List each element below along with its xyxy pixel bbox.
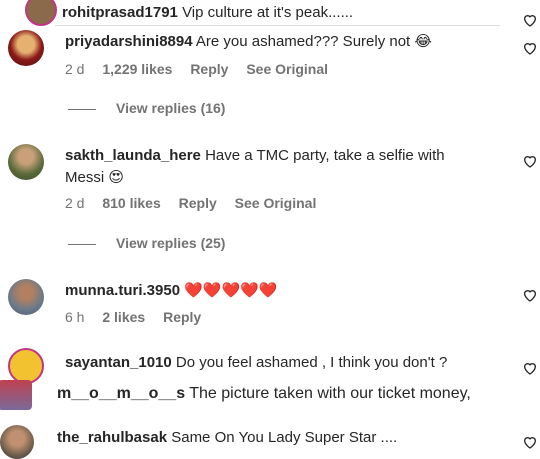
comment-text: The picture taken with our ticket money,: [189, 385, 471, 402]
replies-line: [68, 243, 96, 245]
comment-6: m__o__m__o__s The picture taken with our…: [57, 383, 471, 405]
avatar[interactable]: [0, 380, 32, 410]
avatar[interactable]: [8, 30, 44, 66]
comment-text: Same On You Lady Super Star ....: [171, 429, 398, 446]
view-replies-label: View replies (25): [116, 235, 226, 251]
like-heart-icon[interactable]: [522, 40, 538, 56]
comment-time: 6 h: [65, 309, 85, 325]
comment-meta: 2 d 810 likes Reply See Original: [65, 195, 330, 211]
avatar[interactable]: [8, 279, 44, 315]
like-heart-icon[interactable]: [522, 12, 538, 28]
reply-button[interactable]: Reply: [163, 309, 201, 325]
reply-button[interactable]: Reply: [179, 195, 217, 211]
comment-username[interactable]: sayantan_1010: [65, 354, 172, 371]
comment-text: Vip culture at it's peak......: [182, 4, 354, 21]
comment-username[interactable]: m__o__m__o__s: [57, 385, 185, 402]
avatar[interactable]: [0, 425, 34, 459]
likes-count[interactable]: 1,229 likes: [102, 61, 172, 77]
like-heart-icon[interactable]: [522, 287, 538, 303]
comment-meta: 2 d 1,229 likes Reply See Original: [65, 61, 342, 77]
comment-text: Messi 😍: [65, 169, 124, 186]
reply-button[interactable]: Reply: [190, 61, 228, 77]
like-heart-icon[interactable]: [522, 153, 538, 169]
comment-time: 2 d: [65, 61, 85, 77]
comment-2: priyadarshini8894 Are you ashamed??? Sur…: [65, 31, 432, 53]
view-replies-button[interactable]: View replies (16): [68, 100, 225, 116]
comment-username[interactable]: the_rahulbasak: [57, 429, 167, 446]
see-original-button[interactable]: See Original: [246, 61, 328, 77]
view-replies-button[interactable]: View replies (25): [68, 235, 225, 251]
comment-text: Are you ashamed??? Surely not 😂: [195, 33, 432, 50]
comment-1: rohitprasad1791 Vip culture at it's peak…: [62, 2, 353, 24]
comment-meta: 6 h 2 likes Reply: [65, 309, 215, 325]
avatar[interactable]: [8, 348, 44, 384]
comment-text: Do you feel ashamed , I think you don't …: [175, 354, 448, 371]
likes-count[interactable]: 810 likes: [102, 195, 160, 211]
like-heart-icon[interactable]: [522, 360, 538, 376]
comment-7: the_rahulbasak Same On You Lady Super St…: [57, 427, 397, 449]
divider: [55, 25, 500, 26]
avatar[interactable]: [8, 144, 44, 180]
comment-time: 2 d: [65, 195, 85, 211]
comment-text: Have a TMC party, take a selfie with: [205, 147, 445, 164]
comment-5: sayantan_1010 Do you feel ashamed , I th…: [65, 352, 447, 374]
comment-username[interactable]: munna.turi.3950: [65, 282, 180, 299]
comment-username[interactable]: priyadarshini8894: [65, 33, 193, 50]
see-original-button[interactable]: See Original: [235, 195, 317, 211]
comment-4: munna.turi.3950 ❤️❤️❤️❤️❤️: [65, 279, 278, 302]
comment-username[interactable]: rohitprasad1791: [62, 4, 178, 21]
avatar[interactable]: [25, 0, 57, 26]
comment-text: ❤️❤️❤️❤️❤️: [184, 281, 278, 299]
replies-line: [68, 108, 96, 110]
comment-username[interactable]: sakth_launda_here: [65, 147, 201, 164]
comment-3-line-2: Messi 😍: [65, 167, 124, 189]
like-heart-icon[interactable]: [522, 434, 538, 450]
comment-3-line-1: sakth_launda_here Have a TMC party, take…: [65, 145, 445, 167]
view-replies-label: View replies (16): [116, 100, 226, 116]
likes-count[interactable]: 2 likes: [102, 309, 145, 325]
